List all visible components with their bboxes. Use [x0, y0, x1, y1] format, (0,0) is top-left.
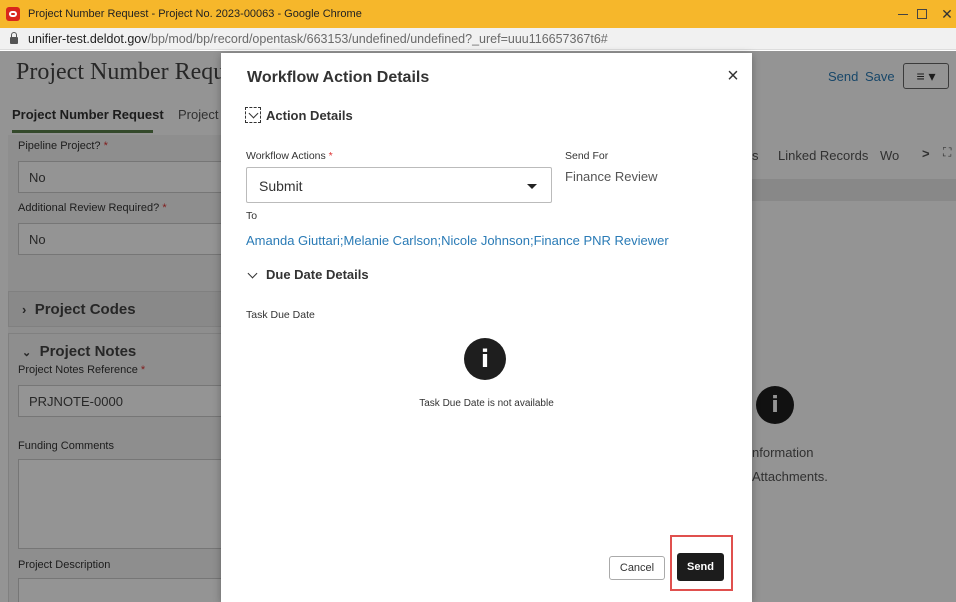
send-for-value: Finance Review — [565, 169, 658, 184]
to-label: To — [246, 210, 258, 222]
window-title: Project Number Request - Project No. 202… — [28, 8, 362, 20]
close-window-button[interactable]: ✕ — [932, 0, 956, 28]
browser-title-bar: Project Number Request - Project No. 202… — [0, 0, 956, 28]
workflow-action-dialog: Workflow Action Details × Action Details… — [221, 53, 752, 602]
cancel-button[interactable]: Cancel — [609, 556, 665, 580]
action-details-heading: Action Details — [266, 108, 353, 123]
dialog-title: Workflow Action Details — [247, 69, 430, 86]
action-details-toggle[interactable] — [245, 107, 261, 123]
info-icon: i — [464, 338, 506, 380]
workflow-actions-value: Submit — [259, 178, 303, 194]
task-due-date-label: Task Due Date — [246, 309, 315, 321]
chevron-down-icon — [247, 268, 257, 278]
lock-icon — [10, 32, 18, 44]
chevron-down-icon — [248, 108, 258, 118]
send-button-highlight — [670, 535, 733, 591]
send-for-label: Send For — [565, 150, 609, 162]
url-text[interactable]: unifier-test.deldot.gov/bp/mod/bp/record… — [28, 32, 608, 46]
workflow-actions-label: Workflow Actions * — [246, 150, 333, 162]
caret-down-icon — [527, 184, 537, 189]
oracle-icon — [6, 7, 20, 21]
close-icon[interactable]: × — [722, 65, 744, 87]
workflow-actions-select[interactable]: Submit — [246, 167, 552, 203]
to-recipients[interactable]: Amanda Giuttari;Melanie Carlson;Nicole J… — [246, 233, 669, 248]
task-due-date-unavailable: Task Due Date is not available — [419, 398, 554, 409]
due-date-heading[interactable]: Due Date Details — [266, 267, 369, 282]
due-date-toggle[interactable] — [245, 268, 259, 282]
address-bar[interactable]: unifier-test.deldot.gov/bp/mod/bp/record… — [0, 28, 956, 50]
